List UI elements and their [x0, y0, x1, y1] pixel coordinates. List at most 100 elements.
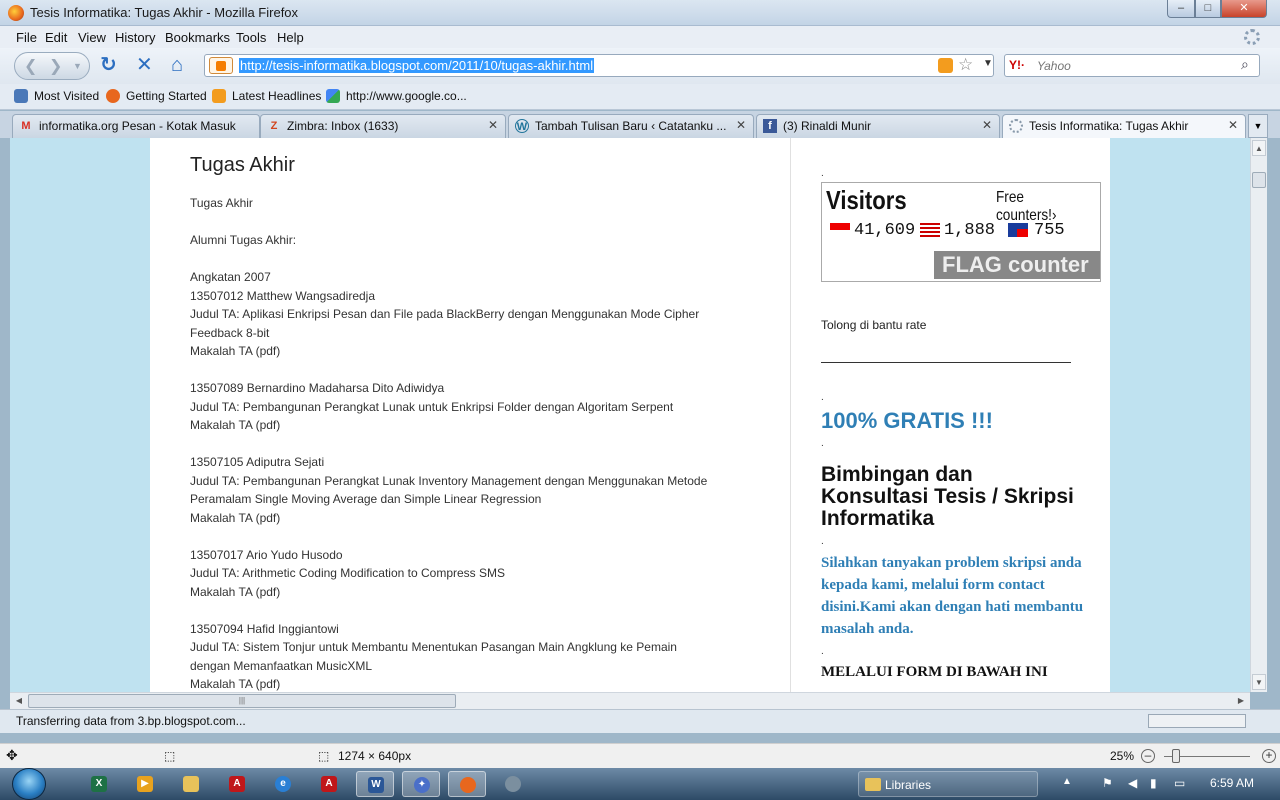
menu-bookmarks[interactable]: Bookmarks — [165, 30, 230, 45]
flag-counter-widget[interactable]: Visitors Free counters!› 41,609 1,888 75… — [821, 182, 1101, 282]
taskbar-word[interactable]: W — [356, 771, 394, 797]
facebook-icon: f — [763, 119, 777, 133]
post-line: Angkatan 2007 — [190, 270, 271, 284]
page-dimensions: 1274 × 640px — [338, 749, 412, 763]
taskbar-excel[interactable]: X — [80, 771, 118, 797]
forward-arrow-icon[interactable]: ❯ — [49, 56, 62, 76]
window-titlebar: Tesis Informatika: Tugas Akhir - Mozilla… — [0, 0, 1280, 26]
list-all-tabs-button[interactable]: ▼ — [1248, 114, 1268, 138]
select-area-icon[interactable]: ⬚ — [164, 749, 175, 763]
post-column: Tugas Akhir Tugas Akhir Alumni Tugas Akhi… — [150, 138, 790, 692]
start-button[interactable] — [12, 768, 46, 800]
scroll-down-icon[interactable]: ▼ — [1252, 674, 1266, 690]
flag-tray-icon[interactable]: ⚑ — [1102, 776, 1113, 790]
show-hidden-icons-icon[interactable]: ▲ — [1062, 776, 1072, 787]
counter-count: 41,609 — [854, 221, 916, 240]
power-icon[interactable]: ▮ — [1150, 776, 1157, 790]
menu-help[interactable]: Help — [277, 30, 304, 45]
sidebar-dot: . — [821, 168, 824, 179]
post-line[interactable]: Makalah TA (pdf) — [190, 677, 280, 691]
close-button[interactable]: ✕ — [1221, 0, 1267, 18]
tab-informatika-mail[interactable]: M informatika.org Pesan - Kotak Masuk — [12, 114, 260, 138]
tab-tesis-informatika[interactable]: Tesis Informatika: Tugas Akhir ✕ — [1002, 114, 1246, 138]
back-forward-buttons[interactable]: ❮ ❯ ▼ — [14, 52, 90, 80]
taskbar-app[interactable] — [494, 771, 532, 797]
menu-view[interactable]: View — [78, 30, 106, 45]
tab-close-icon[interactable]: ✕ — [982, 118, 992, 132]
taskbar-network[interactable]: ✦ — [402, 771, 440, 797]
network-tray-icon[interactable]: ▭ — [1174, 776, 1185, 790]
taskbar-internet-explorer[interactable]: e — [264, 771, 302, 797]
move-icon[interactable]: ✥ — [6, 747, 18, 764]
post-line: Judul TA: Pembangunan Perangkat Lunak In… — [190, 474, 708, 488]
horizontal-scrollbar[interactable]: ◀ ||| ▶ — [10, 692, 1250, 709]
tab-facebook[interactable]: f (3) Rinaldi Munir ✕ — [756, 114, 1000, 138]
window-title: Tesis Informatika: Tugas Akhir - Mozilla… — [30, 5, 299, 20]
bimbingan-heading: Bimbingan dan Konsultasi Tesis / Skripsi… — [821, 463, 1074, 530]
taskbar-explorer[interactable] — [172, 771, 210, 797]
zoom-out-button[interactable]: – — [1141, 749, 1155, 763]
zoom-slider-knob[interactable] — [1172, 749, 1180, 763]
rss-feed-icon[interactable] — [938, 58, 953, 73]
volume-icon[interactable]: ◀ — [1128, 776, 1137, 790]
url-text[interactable]: http://tesis-informatika.blogspot.com/20… — [239, 58, 595, 73]
libraries-folder-icon — [865, 778, 881, 791]
taskbar-libraries[interactable]: Libraries — [858, 771, 1038, 797]
maximize-button[interactable]: □ — [1195, 0, 1221, 18]
scroll-up-icon[interactable]: ▲ — [1252, 140, 1266, 156]
post-line[interactable]: Makalah TA (pdf) — [190, 418, 280, 432]
back-arrow-icon[interactable]: ❮ — [24, 56, 37, 76]
rate-text: Tolong di bantu rate — [821, 318, 927, 332]
tab-wordpress[interactable]: W Tambah Tulisan Baru ‹ Catatanku ... ✕ — [508, 114, 754, 138]
taskbar-acrobat-reader[interactable]: A — [218, 771, 256, 797]
search-icon[interactable]: ⌕ — [1241, 56, 1249, 73]
scroll-right-icon[interactable]: ▶ — [1234, 694, 1248, 708]
taskbar-media-player[interactable]: ▶ — [126, 771, 164, 797]
tab-zimbra[interactable]: Z Zimbra: Inbox (1633) ✕ — [260, 114, 506, 138]
taskbar-firefox[interactable] — [448, 771, 486, 797]
url-bar[interactable]: http://tesis-informatika.blogspot.com/20… — [204, 54, 994, 77]
tab-close-icon[interactable]: ✕ — [488, 118, 498, 132]
yahoo-engine-icon[interactable]: Y!· — [1009, 58, 1025, 72]
word-icon: W — [368, 777, 384, 793]
taskbar-adobe-pdf[interactable]: A — [310, 771, 348, 797]
bookmark-most-visited[interactable]: Most Visited — [34, 89, 99, 103]
taskbar-clock[interactable]: 6:59 AM — [1210, 776, 1254, 790]
post-line[interactable]: Makalah TA (pdf) — [190, 585, 280, 599]
blogger-site-icon[interactable] — [209, 57, 233, 74]
menu-edit[interactable]: Edit — [45, 30, 67, 45]
search-bar[interactable]: Y!· ⌕ — [1004, 54, 1260, 77]
bookmark-star-icon[interactable]: ☆ — [958, 55, 973, 75]
bookmark-getting-started[interactable]: Getting Started — [126, 89, 207, 103]
melalui-text: MELALUI FORM DI BAWAH INI — [821, 664, 1048, 680]
minimize-button[interactable]: – — [1167, 0, 1195, 18]
scroll-left-icon[interactable]: ◀ — [12, 694, 26, 708]
history-dropdown-icon[interactable]: ▼ — [73, 61, 82, 71]
sidebar-dot: . — [821, 438, 824, 449]
post-line: Judul TA: Sistem Tonjur untuk Membantu M… — [190, 640, 677, 654]
counter-count: 755 — [1034, 221, 1065, 240]
menu-file[interactable]: File — [16, 30, 37, 45]
post-line[interactable]: Makalah TA (pdf) — [190, 344, 280, 358]
home-icon[interactable]: ⌂ — [171, 55, 183, 75]
url-dropdown-icon[interactable]: ▼ — [983, 58, 993, 69]
stop-icon[interactable]: ✕ — [136, 55, 153, 75]
sidebar-dot: . — [821, 536, 824, 547]
pdf-icon: A — [321, 776, 337, 792]
menu-history[interactable]: History — [115, 30, 155, 45]
bookmark-google[interactable]: http://www.google.co... — [346, 89, 467, 103]
reload-icon[interactable]: ↻ — [100, 55, 117, 75]
post-line[interactable]: Makalah TA (pdf) — [190, 511, 280, 525]
tab-close-icon[interactable]: ✕ — [736, 118, 746, 132]
vertical-scrollbar[interactable]: ▲ ▼ — [1250, 138, 1267, 692]
search-input[interactable] — [1037, 57, 1237, 74]
tab-close-icon[interactable]: ✕ — [1228, 118, 1238, 132]
scroll-thumb[interactable] — [1252, 172, 1266, 188]
bookmark-latest-headlines[interactable]: Latest Headlines — [232, 89, 321, 103]
status-bar: Transferring data from 3.bp.blogspot.com… — [0, 709, 1280, 733]
scroll-thumb[interactable]: ||| — [28, 694, 456, 708]
zoom-toolbar: ✥ ⬚ ⬚ 1274 × 640px 25% – + — [0, 743, 1280, 768]
menu-tools[interactable]: Tools — [236, 30, 266, 45]
zoom-in-button[interactable]: + — [1262, 749, 1276, 763]
counter-free-link[interactable]: Free counters!› — [996, 189, 1084, 225]
